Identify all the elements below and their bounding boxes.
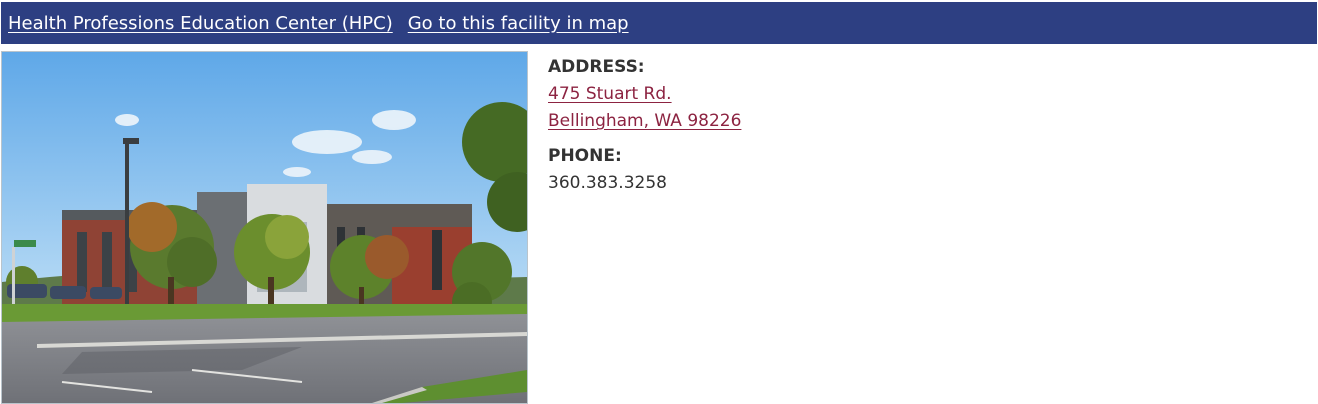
address-line-city-link[interactable]: Bellingham, WA 98226: [548, 108, 741, 135]
phone-value: 360.383.3258: [548, 173, 667, 193]
facility-header: Health Professions Education Center (HPC…: [1, 2, 1317, 44]
address-line-street-link[interactable]: 475 Stuart Rd.: [548, 81, 741, 108]
phone-label: PHONE:: [548, 146, 622, 166]
facility-map-link[interactable]: Go to this facility in map: [408, 13, 629, 34]
facility-details: ADDRESS: 475 Stuart Rd. Bellingham, WA 9…: [548, 54, 741, 197]
facility-photo: [1, 51, 528, 404]
facility-name-link[interactable]: Health Professions Education Center (HPC…: [8, 13, 393, 34]
address-label: ADDRESS:: [548, 57, 645, 77]
